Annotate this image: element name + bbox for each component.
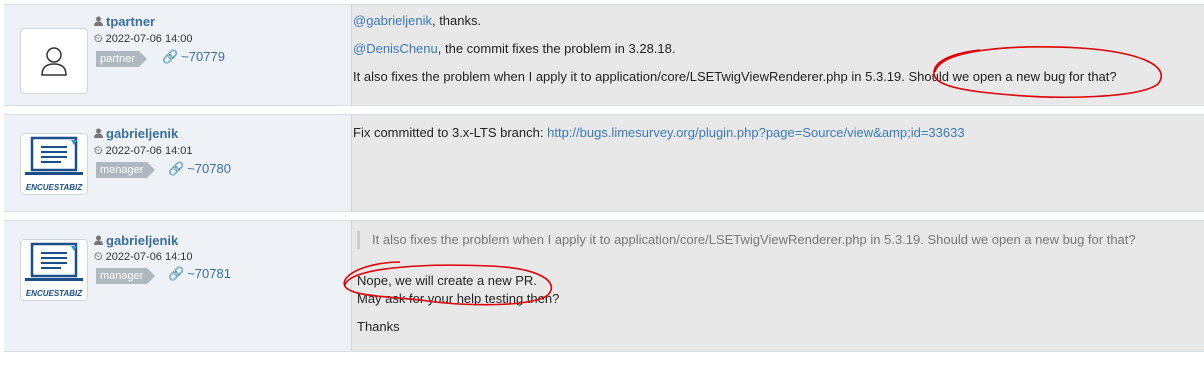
note-text: Nope, we will create a new PR. May ask f… [357, 272, 559, 336]
note-text: @gabrieljenik, thanks. @DenisChenu, the … [353, 13, 1117, 84]
clock-icon: ⏲ [94, 145, 103, 157]
user-icon [94, 233, 103, 248]
clock-icon: ⏲ [94, 251, 103, 263]
note-date: ⏲ 2022-07-06 14:01 [94, 145, 193, 157]
role-badge: partner [96, 51, 147, 67]
note-author[interactable]: gabrieljenik [94, 126, 178, 141]
commit-link[interactable]: http://bugs.limesurvey.org/plugin.php?pa… [547, 125, 964, 140]
note-text: Fix committed to 3.x-LTS branch: http://… [353, 125, 965, 140]
user-icon [94, 14, 103, 29]
note-id-link[interactable]: 🔗 ~70781 [168, 266, 231, 282]
encuestabiz-logo-icon [25, 136, 83, 175]
author-name: gabrieljenik [106, 126, 179, 141]
role-badge: manager [96, 162, 156, 178]
note-date: ⏲ 2022-07-06 14:00 [94, 33, 193, 45]
author-name: tpartner [106, 14, 156, 29]
note-paragraph: May ask for your help testing then? [357, 291, 560, 306]
link-icon: 🔗 [168, 161, 185, 176]
role-badge: manager [96, 268, 156, 284]
user-placeholder-icon [41, 47, 67, 76]
note-paragraph: It also fixes the problem when I apply i… [353, 69, 1117, 84]
clock-icon: ⏲ [94, 33, 103, 45]
user-icon [94, 126, 103, 141]
avatar[interactable]: ENCUESTABIZ [20, 239, 88, 301]
avatar-label: ENCUESTABIZ [25, 183, 83, 192]
avatar[interactable] [20, 28, 88, 94]
encuestabiz-logo-icon [25, 242, 83, 281]
quoted-text: It also fixes the problem when I apply i… [357, 231, 1136, 249]
mention-link[interactable]: @gabrieljenik [353, 13, 432, 28]
note-author[interactable]: tpartner [94, 14, 155, 29]
link-icon: 🔗 [162, 49, 179, 64]
avatar-label: ENCUESTABIZ [25, 289, 83, 298]
note-id-link[interactable]: 🔗 ~70779 [162, 49, 225, 65]
link-icon: 🔗 [168, 266, 185, 281]
mention-link[interactable]: @DenisChenu [353, 41, 438, 56]
note-author[interactable]: gabrieljenik [94, 233, 178, 248]
note-date: ⏲ 2022-07-06 14:10 [94, 251, 193, 263]
author-name: gabrieljenik [106, 233, 179, 248]
note-id-link[interactable]: 🔗 ~70780 [168, 161, 231, 177]
note-paragraph: Nope, we will create a new PR. [357, 273, 537, 288]
avatar[interactable]: ENCUESTABIZ [20, 133, 88, 195]
note-paragraph: Thanks [357, 319, 400, 334]
